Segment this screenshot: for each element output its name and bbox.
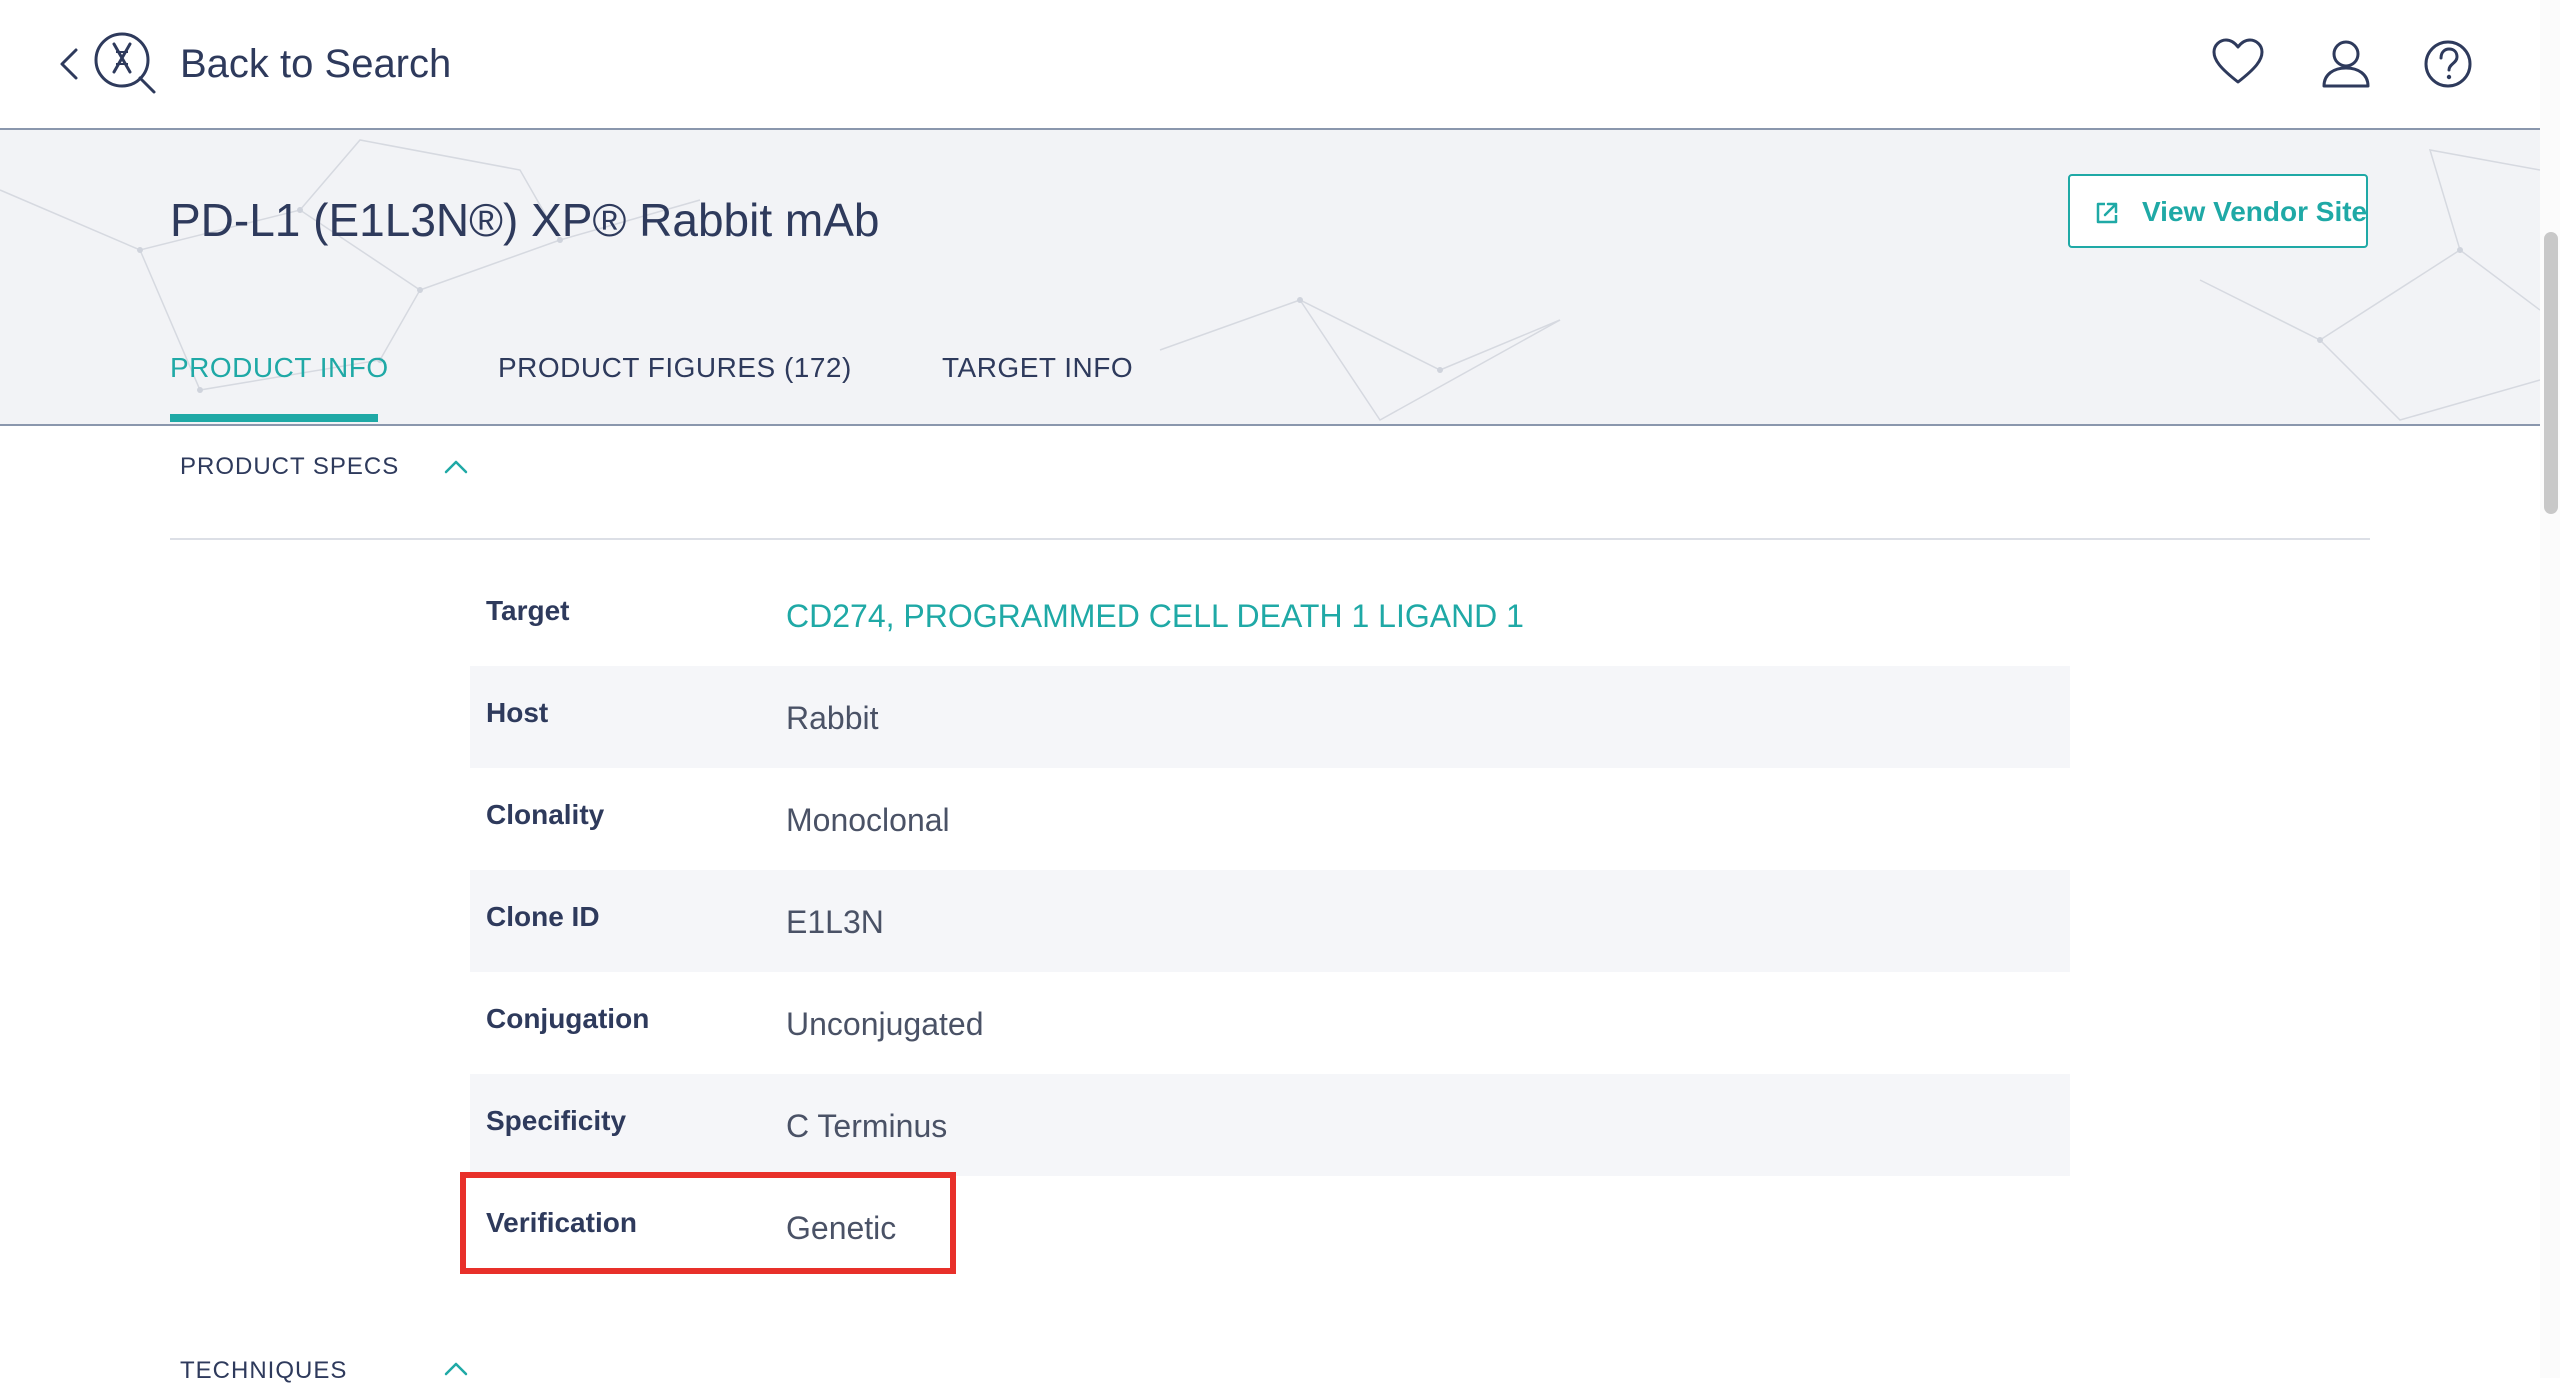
spec-value: E1L3N (786, 904, 884, 940)
heart-icon[interactable] (2210, 36, 2266, 92)
spec-row-target: Target CD274, PROGRAMMED CELL DEATH 1 LI… (470, 564, 2070, 666)
spec-key: Clonality (486, 799, 605, 830)
help-icon[interactable] (2420, 36, 2476, 92)
page-title: PD-L1 (E1L3N®) XP® Rabbit mAb (170, 194, 880, 246)
spec-row-host: Host Rabbit (470, 666, 2070, 768)
spec-value: C Terminus (786, 1108, 948, 1144)
spec-row-clone-id: Clone ID E1L3N (470, 870, 2070, 972)
tab-target-info[interactable]: TARGET INFO (942, 350, 1133, 386)
external-link-icon (2096, 202, 2118, 224)
view-vendor-site-label: View Vendor Site (2142, 196, 2368, 227)
target-link[interactable]: CD274, PROGRAMMED CELL DEATH 1 LIGAND 1 (786, 596, 1524, 636)
spec-key: Verification (486, 1207, 637, 1238)
view-vendor-site-button[interactable]: View Vendor Site (2068, 174, 2368, 248)
scrollbar-thumb[interactable] (2544, 232, 2558, 514)
spec-value: Genetic (786, 1210, 897, 1246)
active-tab-indicator (170, 414, 378, 422)
spec-key: Specificity (486, 1105, 627, 1136)
product-specs-heading[interactable]: PRODUCT SPECS (180, 452, 399, 482)
scrollbar-track[interactable] (2540, 0, 2560, 1378)
techniques-heading[interactable]: TECHNIQUES (180, 1356, 347, 1386)
back-to-search-link[interactable]: Back to Search (180, 40, 451, 88)
spec-key: Host (486, 697, 549, 728)
spec-row-conjugation: Conjugation Unconjugated (470, 972, 2070, 1074)
spec-key: Clone ID (486, 901, 600, 932)
tab-product-figures[interactable]: PRODUCT FIGURES (172) (498, 350, 852, 386)
top-bar: Back to Search (0, 0, 2540, 130)
spec-row-verification: Verification Genetic (470, 1176, 2070, 1278)
spec-row-clonality: Clonality Monoclonal (470, 768, 2070, 870)
spec-key: Conjugation (486, 1003, 650, 1034)
tab-product-info[interactable]: PRODUCT INFO (170, 350, 389, 386)
chevron-left-icon[interactable] (56, 44, 84, 84)
spec-row-specificity: Specificity C Terminus (470, 1074, 2070, 1176)
chevron-up-icon[interactable] (442, 1360, 470, 1378)
spec-value: Monoclonal (786, 802, 950, 838)
spec-value: Unconjugated (786, 1006, 984, 1042)
spec-key: Target (486, 595, 570, 626)
chevron-up-icon[interactable] (442, 458, 470, 476)
spec-value: Rabbit (786, 700, 879, 736)
user-icon[interactable] (2318, 36, 2374, 92)
section-divider (170, 538, 2370, 540)
product-header: PD-L1 (E1L3N®) XP® Rabbit mAb View Vendo… (0, 130, 2540, 426)
app-logo-icon[interactable] (92, 30, 160, 98)
